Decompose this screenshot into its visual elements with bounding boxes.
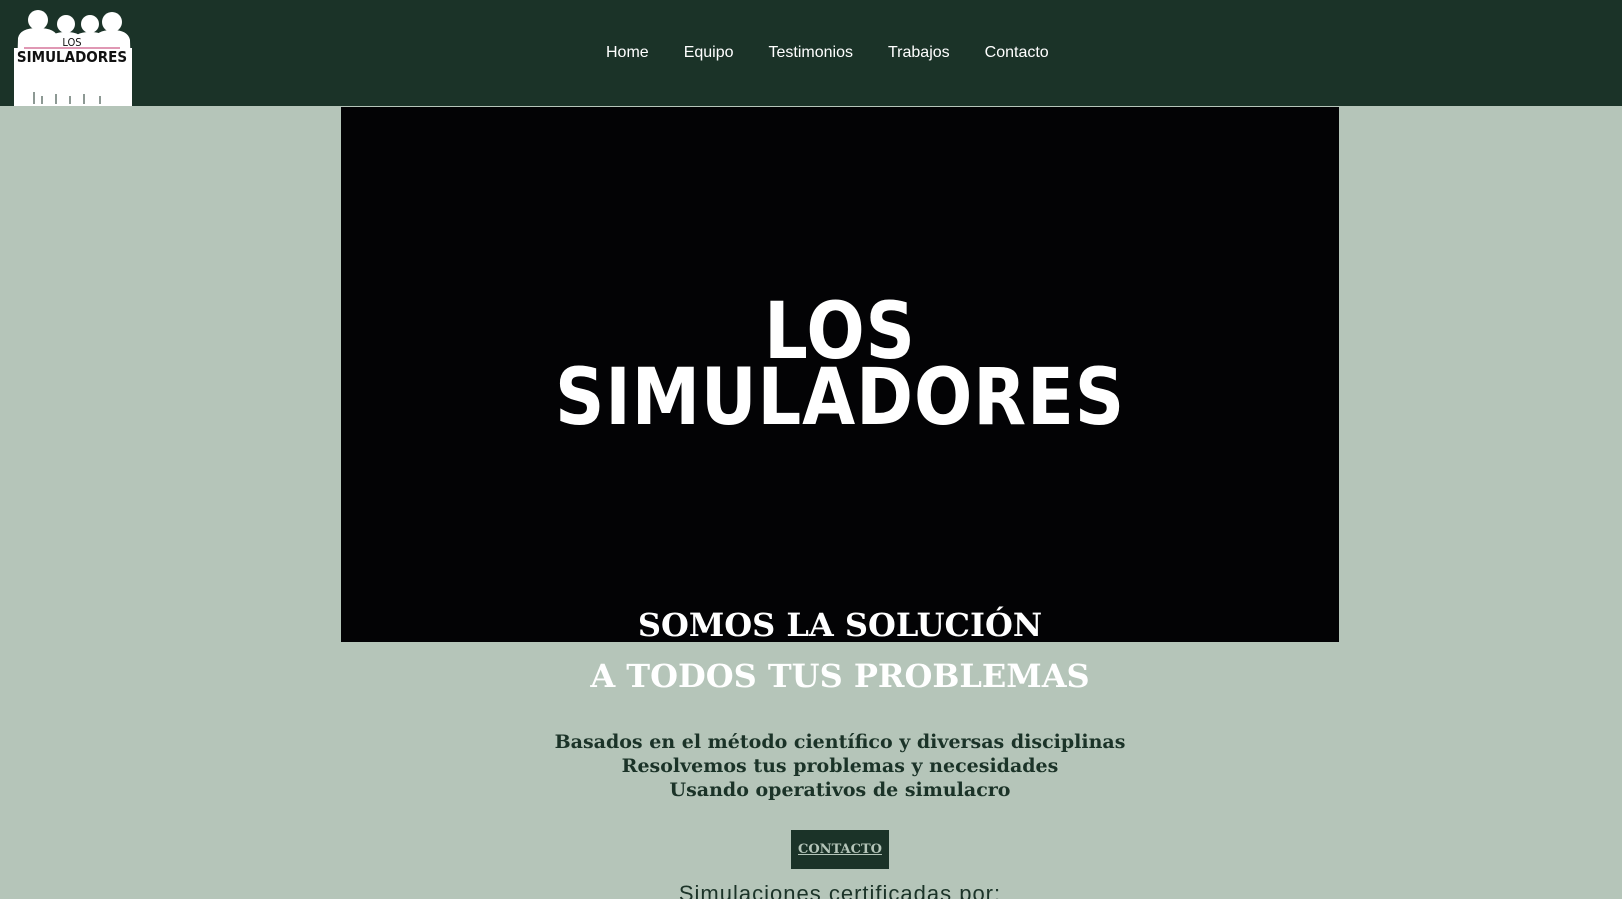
description-line: Usando operativos de simulacro [669, 779, 1011, 801]
nav-home[interactable]: Home [606, 44, 649, 62]
nav-testimonios[interactable]: Testimonios [769, 44, 853, 62]
contact-button[interactable]: CONTACTO [791, 830, 889, 869]
certified-by-text: Simulaciones certificadas por: [678, 881, 1002, 899]
description-line: Basados en el método científico y divers… [554, 731, 1126, 753]
nav-trabajos[interactable]: Trabajos [888, 44, 950, 62]
site-logo[interactable]: LOS SIMULADORES [10, 8, 134, 106]
site-header: LOS SIMULADORES Home Equipo Testimonios … [0, 0, 1622, 106]
description-line: Resolvemos tus problemas y necesidades [621, 755, 1059, 777]
main-nav: Home Equipo Testimonios Trabajos Contact… [606, 44, 1084, 62]
hero-headline-line2: A TODOS TUS PROBLEMAS [590, 657, 1090, 695]
hero-description: Basados en el método científico y divers… [441, 730, 1239, 802]
nav-contacto[interactable]: Contacto [985, 44, 1049, 62]
hero-headline-line1: SOMOS LA SOLUCIÓN [637, 606, 1043, 644]
video-title-simuladores: SIMULADORES [554, 353, 1126, 443]
nav-equipo[interactable]: Equipo [684, 44, 734, 62]
hero-video[interactable]: LOS SIMULADORES [341, 107, 1339, 642]
logo-text-simuladores: SIMULADORES [16, 48, 128, 66]
